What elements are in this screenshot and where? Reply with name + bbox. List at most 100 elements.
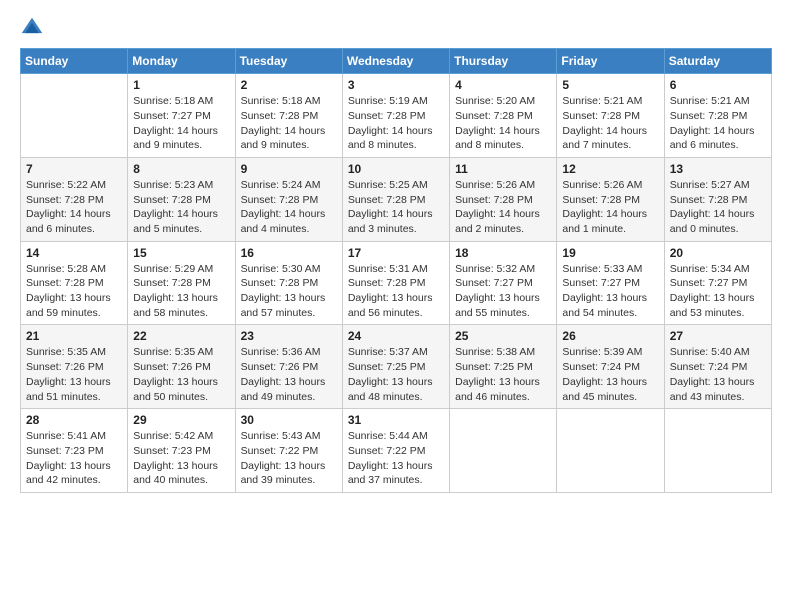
page: SundayMondayTuesdayWednesdayThursdayFrid… bbox=[0, 0, 792, 612]
day-info: Sunrise: 5:26 AM Sunset: 7:28 PM Dayligh… bbox=[562, 178, 658, 237]
day-number: 5 bbox=[562, 78, 658, 92]
calendar-week-row: 7 Sunrise: 5:22 AM Sunset: 7:28 PM Daylig… bbox=[21, 157, 772, 241]
weekday-header-saturday: Saturday bbox=[664, 49, 771, 74]
calendar-cell: 1 Sunrise: 5:18 AM Sunset: 7:27 PM Daylig… bbox=[128, 74, 235, 158]
calendar-cell: 2Sunrise: 5:18 AM Sunset: 7:28 PM Daylig… bbox=[235, 74, 342, 158]
day-number: 8 bbox=[133, 162, 229, 176]
calendar-cell: 21Sunrise: 5:35 AM Sunset: 7:26 PM Dayli… bbox=[21, 325, 128, 409]
day-number: 22 bbox=[133, 329, 229, 343]
calendar-cell: 22 Sunrise: 5:35 AM Sunset: 7:26 PM Dayli… bbox=[128, 325, 235, 409]
calendar-cell: 20Sunrise: 5:34 AM Sunset: 7:27 PM Dayli… bbox=[664, 241, 771, 325]
day-info: Sunrise: 5:20 AM Sunset: 7:28 PM Dayligh… bbox=[455, 94, 551, 153]
calendar-cell: 17Sunrise: 5:31 AM Sunset: 7:28 PM Dayli… bbox=[342, 241, 449, 325]
calendar-cell bbox=[557, 409, 664, 493]
day-info: Sunrise: 5:29 AM Sunset: 7:28 PM Dayligh… bbox=[133, 262, 229, 321]
day-number: 31 bbox=[348, 413, 444, 427]
day-info: Sunrise: 5:22 AM Sunset: 7:28 PM Dayligh… bbox=[26, 178, 122, 237]
day-info: Sunrise: 5:26 AM Sunset: 7:28 PM Dayligh… bbox=[455, 178, 551, 237]
day-number: 24 bbox=[348, 329, 444, 343]
day-info: Sunrise: 5:44 AM Sunset: 7:22 PM Dayligh… bbox=[348, 429, 444, 488]
calendar-cell: 10Sunrise: 5:25 AM Sunset: 7:28 PM Dayli… bbox=[342, 157, 449, 241]
calendar-cell: 6 Sunrise: 5:21 AM Sunset: 7:28 PM Daylig… bbox=[664, 74, 771, 158]
calendar-week-row: 28 Sunrise: 5:41 AM Sunset: 7:23 PM Dayli… bbox=[21, 409, 772, 493]
day-info: Sunrise: 5:36 AM Sunset: 7:26 PM Dayligh… bbox=[241, 345, 337, 404]
calendar-cell: 26 Sunrise: 5:39 AM Sunset: 7:24 PM Dayli… bbox=[557, 325, 664, 409]
day-number: 30 bbox=[241, 413, 337, 427]
calendar-week-row: 21Sunrise: 5:35 AM Sunset: 7:26 PM Dayli… bbox=[21, 325, 772, 409]
day-info: Sunrise: 5:42 AM Sunset: 7:23 PM Dayligh… bbox=[133, 429, 229, 488]
day-info: Sunrise: 5:30 AM Sunset: 7:28 PM Dayligh… bbox=[241, 262, 337, 321]
calendar-cell: 7 Sunrise: 5:22 AM Sunset: 7:28 PM Daylig… bbox=[21, 157, 128, 241]
day-info: Sunrise: 5:35 AM Sunset: 7:26 PM Dayligh… bbox=[133, 345, 229, 404]
day-number: 19 bbox=[562, 246, 658, 260]
day-number: 20 bbox=[670, 246, 766, 260]
weekday-header-tuesday: Tuesday bbox=[235, 49, 342, 74]
calendar-cell: 14 Sunrise: 5:28 AM Sunset: 7:28 PM Dayli… bbox=[21, 241, 128, 325]
day-number: 18 bbox=[455, 246, 551, 260]
calendar-week-row: 1 Sunrise: 5:18 AM Sunset: 7:27 PM Daylig… bbox=[21, 74, 772, 158]
day-number: 14 bbox=[26, 246, 122, 260]
day-info: Sunrise: 5:39 AM Sunset: 7:24 PM Dayligh… bbox=[562, 345, 658, 404]
calendar-cell bbox=[664, 409, 771, 493]
day-number: 25 bbox=[455, 329, 551, 343]
weekday-header-friday: Friday bbox=[557, 49, 664, 74]
day-number: 4 bbox=[455, 78, 551, 92]
calendar-cell: 9Sunrise: 5:24 AM Sunset: 7:28 PM Daylig… bbox=[235, 157, 342, 241]
day-info: Sunrise: 5:38 AM Sunset: 7:25 PM Dayligh… bbox=[455, 345, 551, 404]
calendar-cell: 24 Sunrise: 5:37 AM Sunset: 7:25 PM Dayli… bbox=[342, 325, 449, 409]
weekday-header-sunday: Sunday bbox=[21, 49, 128, 74]
calendar-cell: 29 Sunrise: 5:42 AM Sunset: 7:23 PM Dayli… bbox=[128, 409, 235, 493]
calendar-cell: 28 Sunrise: 5:41 AM Sunset: 7:23 PM Dayli… bbox=[21, 409, 128, 493]
day-number: 11 bbox=[455, 162, 551, 176]
calendar-cell: 27 Sunrise: 5:40 AM Sunset: 7:24 PM Dayli… bbox=[664, 325, 771, 409]
calendar-cell: 4 Sunrise: 5:20 AM Sunset: 7:28 PM Daylig… bbox=[450, 74, 557, 158]
calendar-cell: 31 Sunrise: 5:44 AM Sunset: 7:22 PM Dayli… bbox=[342, 409, 449, 493]
calendar-cell: 23 Sunrise: 5:36 AM Sunset: 7:26 PM Dayli… bbox=[235, 325, 342, 409]
day-info: Sunrise: 5:37 AM Sunset: 7:25 PM Dayligh… bbox=[348, 345, 444, 404]
calendar-cell: 16Sunrise: 5:30 AM Sunset: 7:28 PM Dayli… bbox=[235, 241, 342, 325]
day-number: 26 bbox=[562, 329, 658, 343]
weekday-header-wednesday: Wednesday bbox=[342, 49, 449, 74]
calendar-cell: 13Sunrise: 5:27 AM Sunset: 7:28 PM Dayli… bbox=[664, 157, 771, 241]
calendar-cell: 12Sunrise: 5:26 AM Sunset: 7:28 PM Dayli… bbox=[557, 157, 664, 241]
day-info: Sunrise: 5:41 AM Sunset: 7:23 PM Dayligh… bbox=[26, 429, 122, 488]
day-number: 10 bbox=[348, 162, 444, 176]
day-number: 1 bbox=[133, 78, 229, 92]
weekday-header-thursday: Thursday bbox=[450, 49, 557, 74]
day-info: Sunrise: 5:18 AM Sunset: 7:27 PM Dayligh… bbox=[133, 94, 229, 153]
day-info: Sunrise: 5:33 AM Sunset: 7:27 PM Dayligh… bbox=[562, 262, 658, 321]
calendar-cell: 5 Sunrise: 5:21 AM Sunset: 7:28 PM Daylig… bbox=[557, 74, 664, 158]
weekday-header-row: SundayMondayTuesdayWednesdayThursdayFrid… bbox=[21, 49, 772, 74]
calendar-cell: 25 Sunrise: 5:38 AM Sunset: 7:25 PM Dayli… bbox=[450, 325, 557, 409]
header bbox=[20, 16, 772, 40]
day-number: 17 bbox=[348, 246, 444, 260]
logo-icon bbox=[20, 16, 44, 40]
calendar-cell: 19 Sunrise: 5:33 AM Sunset: 7:27 PM Dayli… bbox=[557, 241, 664, 325]
calendar-cell: 11 Sunrise: 5:26 AM Sunset: 7:28 PM Dayli… bbox=[450, 157, 557, 241]
day-number: 2 bbox=[241, 78, 337, 92]
day-info: Sunrise: 5:19 AM Sunset: 7:28 PM Dayligh… bbox=[348, 94, 444, 153]
day-number: 23 bbox=[241, 329, 337, 343]
day-info: Sunrise: 5:21 AM Sunset: 7:28 PM Dayligh… bbox=[670, 94, 766, 153]
day-info: Sunrise: 5:27 AM Sunset: 7:28 PM Dayligh… bbox=[670, 178, 766, 237]
calendar-cell: 8 Sunrise: 5:23 AM Sunset: 7:28 PM Daylig… bbox=[128, 157, 235, 241]
day-number: 29 bbox=[133, 413, 229, 427]
calendar-cell: 30 Sunrise: 5:43 AM Sunset: 7:22 PM Dayli… bbox=[235, 409, 342, 493]
day-info: Sunrise: 5:21 AM Sunset: 7:28 PM Dayligh… bbox=[562, 94, 658, 153]
day-number: 3 bbox=[348, 78, 444, 92]
calendar-cell: 18 Sunrise: 5:32 AM Sunset: 7:27 PM Dayli… bbox=[450, 241, 557, 325]
day-number: 27 bbox=[670, 329, 766, 343]
day-info: Sunrise: 5:28 AM Sunset: 7:28 PM Dayligh… bbox=[26, 262, 122, 321]
day-info: Sunrise: 5:32 AM Sunset: 7:27 PM Dayligh… bbox=[455, 262, 551, 321]
calendar-cell bbox=[21, 74, 128, 158]
weekday-header-monday: Monday bbox=[128, 49, 235, 74]
day-info: Sunrise: 5:40 AM Sunset: 7:24 PM Dayligh… bbox=[670, 345, 766, 404]
day-number: 7 bbox=[26, 162, 122, 176]
day-number: 6 bbox=[670, 78, 766, 92]
day-info: Sunrise: 5:35 AM Sunset: 7:26 PM Dayligh… bbox=[26, 345, 122, 404]
day-number: 28 bbox=[26, 413, 122, 427]
calendar-cell: 3 Sunrise: 5:19 AM Sunset: 7:28 PM Daylig… bbox=[342, 74, 449, 158]
day-info: Sunrise: 5:23 AM Sunset: 7:28 PM Dayligh… bbox=[133, 178, 229, 237]
day-info: Sunrise: 5:43 AM Sunset: 7:22 PM Dayligh… bbox=[241, 429, 337, 488]
calendar-week-row: 14 Sunrise: 5:28 AM Sunset: 7:28 PM Dayli… bbox=[21, 241, 772, 325]
